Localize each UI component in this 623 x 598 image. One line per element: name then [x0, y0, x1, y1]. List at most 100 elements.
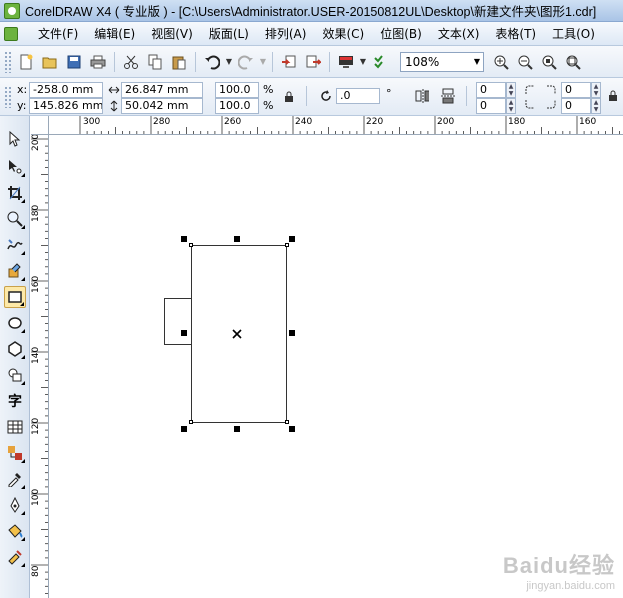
resize-handle-top[interactable]	[234, 236, 240, 242]
resize-handle-bottom-left[interactable]	[181, 426, 187, 432]
toolbar-grip[interactable]	[4, 50, 12, 73]
corner-round-tr-icon[interactable]	[545, 82, 559, 96]
zoom-level-select[interactable]: 108% ▼	[400, 51, 484, 72]
corner-round-bl-icon[interactable]	[522, 98, 536, 112]
spinner-icon[interactable]: ▲ ▼	[506, 98, 516, 114]
horizontal-ruler[interactable]: 300 280 260 240 220 200 180 160	[49, 116, 623, 135]
polygon-tool-icon[interactable]	[4, 338, 26, 360]
shape-tool-icon[interactable]	[4, 156, 26, 178]
corner-node[interactable]	[189, 243, 193, 247]
resize-handle-left[interactable]	[181, 330, 187, 336]
text-tool-icon[interactable]: 字	[4, 390, 26, 412]
propbar-grip[interactable]	[4, 86, 12, 108]
mirror-horizontal-icon[interactable]	[415, 89, 429, 103]
eyedropper-tool-icon[interactable]	[4, 468, 26, 490]
fill-tool-icon[interactable]	[4, 520, 26, 542]
corner-top-right-field[interactable]: 0	[561, 82, 591, 98]
resize-handle-top-left[interactable]	[181, 236, 187, 242]
corner-bottom-right-field[interactable]: 0	[561, 98, 591, 114]
rotation-angle-field[interactable]: .0	[336, 88, 380, 104]
y-position-field[interactable]: 145.826 mm	[29, 98, 103, 114]
zoom-tool-icon[interactable]	[4, 208, 26, 230]
table-tool-icon[interactable]	[4, 416, 26, 438]
chevron-down-icon[interactable]: ▼	[474, 57, 480, 66]
menu-text[interactable]: 文本(X)	[430, 22, 488, 46]
corner-node[interactable]	[189, 420, 193, 424]
interactive-fill-tool-icon[interactable]	[4, 546, 26, 568]
welcome-screen-icon[interactable]	[369, 51, 391, 73]
crop-tool-icon[interactable]	[4, 182, 26, 204]
watermark: Baidu经验 jingyan.baidu.com	[503, 548, 615, 592]
menu-effects[interactable]: 效果(C)	[314, 22, 372, 46]
toolbar-separator	[114, 51, 115, 72]
launcher-dropdown-icon[interactable]: ▼	[358, 51, 368, 73]
menu-tools[interactable]: 工具(O)	[544, 22, 603, 46]
print-icon[interactable]	[87, 51, 109, 73]
scale-x-field[interactable]: 100.0	[215, 82, 259, 98]
scale-y-field[interactable]: 100.0	[215, 98, 259, 114]
vertical-ruler[interactable]: 200 180 160 140 120 100 80	[31, 135, 49, 598]
resize-handle-bottom-right[interactable]	[289, 426, 295, 432]
x-position-field[interactable]: -258.0 mm	[29, 82, 103, 98]
export-icon[interactable]	[302, 51, 324, 73]
coreldraw-app-icon[interactable]	[4, 2, 20, 19]
cut-icon[interactable]	[120, 51, 142, 73]
zoom-out-icon[interactable]	[514, 51, 536, 73]
toolbox: 字	[0, 116, 30, 598]
redo-dropdown-icon[interactable]: ▼	[258, 51, 268, 73]
document-icon[interactable]	[0, 22, 22, 46]
resize-handle-right[interactable]	[289, 330, 295, 336]
ellipse-tool-icon[interactable]	[4, 312, 26, 334]
interactive-blend-tool-icon[interactable]	[4, 442, 26, 464]
rectangle-tool-icon[interactable]	[4, 286, 26, 308]
open-icon[interactable]	[39, 51, 61, 73]
resize-handle-top-right[interactable]	[289, 236, 295, 242]
undo-dropdown-icon[interactable]: ▼	[224, 51, 234, 73]
menu-arrange[interactable]: 排列(A)	[257, 22, 315, 46]
ruler-label: 220	[366, 117, 384, 127]
corner-node[interactable]	[285, 420, 289, 424]
drawing-canvas[interactable]: Baidu经验 jingyan.baidu.com	[50, 136, 623, 598]
corner-bottom-left-field[interactable]: 0	[476, 98, 506, 114]
application-launcher-icon[interactable]	[335, 51, 357, 73]
center-marker-icon[interactable]	[232, 328, 242, 339]
ruler-origin[interactable]	[31, 116, 49, 135]
menu-layout[interactable]: 版面(L)	[201, 22, 257, 46]
basic-shapes-tool-icon[interactable]	[4, 364, 26, 386]
outline-pen-tool-icon[interactable]	[4, 494, 26, 516]
spinner-icon[interactable]: ▲ ▼	[591, 82, 601, 98]
import-icon[interactable]	[278, 51, 300, 73]
copy-icon[interactable]	[144, 51, 166, 73]
corner-node[interactable]	[285, 243, 289, 247]
height-field[interactable]: 50.042 mm	[121, 98, 203, 114]
freehand-tool-icon[interactable]	[4, 234, 26, 256]
pick-tool-icon[interactable]	[4, 128, 26, 150]
zoom-in-icon[interactable]	[490, 51, 512, 73]
save-icon[interactable]	[63, 51, 85, 73]
menu-bitmaps[interactable]: 位图(B)	[372, 22, 430, 46]
zoom-page-icon[interactable]	[562, 51, 584, 73]
propbar-separator	[466, 86, 467, 106]
paste-icon[interactable]	[168, 51, 190, 73]
menu-edit[interactable]: 编辑(E)	[86, 22, 143, 46]
new-icon[interactable]	[15, 51, 37, 73]
corner-lock-icon[interactable]	[606, 89, 620, 103]
menu-table[interactable]: 表格(T)	[487, 22, 544, 46]
smart-fill-tool-icon[interactable]	[4, 260, 26, 282]
spinner-icon[interactable]: ▲ ▼	[591, 98, 601, 114]
menu-file[interactable]: 文件(F)	[30, 22, 86, 46]
lock-ratio-icon[interactable]	[282, 90, 296, 104]
small-rectangle-shape[interactable]	[164, 298, 192, 345]
corner-top-left-field[interactable]: 0	[476, 82, 506, 98]
corner-round-br-icon[interactable]	[545, 98, 559, 112]
width-field[interactable]: 26.847 mm	[121, 82, 203, 98]
undo-icon[interactable]	[201, 51, 223, 73]
y-label: y:	[17, 99, 27, 112]
menu-view[interactable]: 视图(V)	[143, 22, 201, 46]
spinner-icon[interactable]: ▲ ▼	[506, 82, 516, 98]
resize-handle-bottom[interactable]	[234, 426, 240, 432]
redo-icon[interactable]	[235, 51, 257, 73]
mirror-vertical-icon[interactable]	[441, 88, 455, 104]
corner-round-tl-icon[interactable]	[522, 82, 536, 96]
zoom-selected-icon[interactable]	[538, 51, 560, 73]
